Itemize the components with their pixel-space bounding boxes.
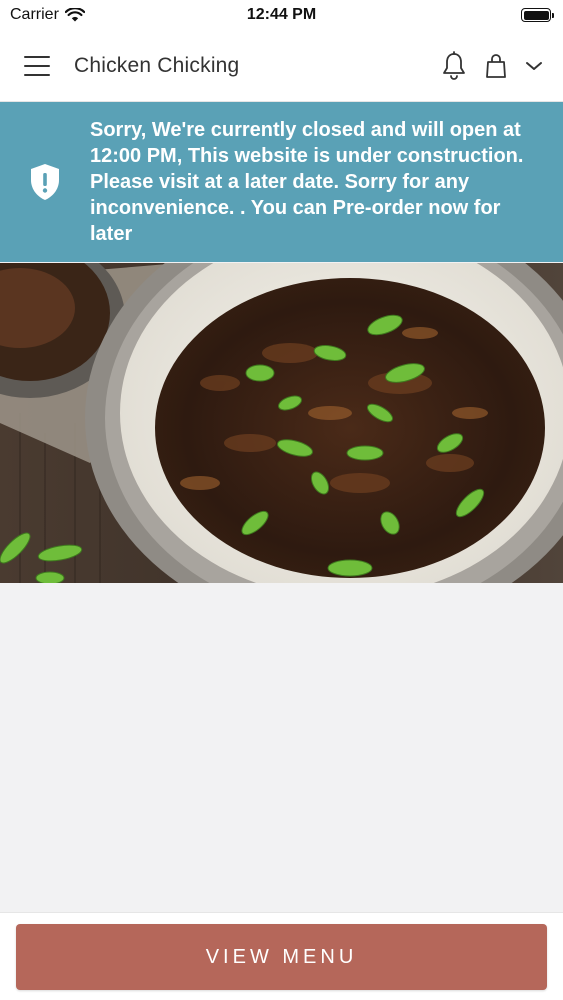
carrier-label: Carrier	[10, 6, 59, 23]
app-screen: Carrier 12:44 PM Chicken Chicking Sorry,…	[0, 0, 563, 1000]
bell-icon	[443, 50, 465, 80]
bottom-action-bar: VIEW MENU	[0, 912, 563, 1000]
view-menu-button[interactable]: VIEW MENU	[16, 924, 547, 990]
battery-icon	[521, 8, 554, 22]
banner-message: Sorry, We're currently closed and will o…	[90, 119, 524, 245]
header-actions	[441, 50, 543, 81]
shopping-bag-icon	[486, 53, 506, 78]
store-closed-banner: Sorry, We're currently closed and will o…	[0, 102, 563, 262]
shield-alert-icon	[31, 164, 59, 200]
wifi-icon	[64, 8, 85, 22]
app-title: Chicken Chicking	[74, 53, 240, 77]
battery-level	[523, 10, 549, 20]
banner-icon-wrap	[0, 163, 90, 201]
status-bar: Carrier 12:44 PM	[0, 0, 563, 30]
beef-rice-bowl-illustration	[0, 263, 563, 583]
menu-icon[interactable]	[24, 55, 50, 76]
app-header: Chicken Chicking	[0, 30, 563, 102]
chevron-down-icon	[526, 61, 542, 70]
cart-button[interactable]	[485, 53, 507, 79]
account-dropdown-button[interactable]	[525, 60, 543, 72]
status-left: Carrier	[10, 6, 85, 24]
hero-food-image	[0, 263, 563, 583]
notifications-button[interactable]	[441, 50, 467, 81]
